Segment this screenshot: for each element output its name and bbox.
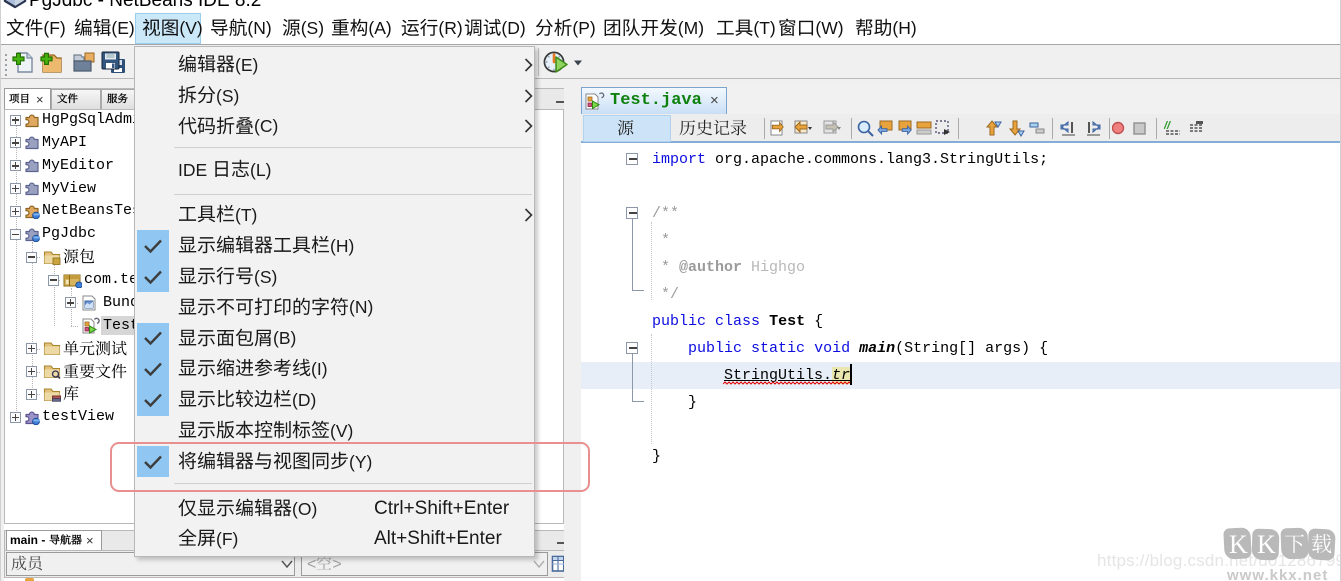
svg-text://: // <box>1164 120 1172 132</box>
